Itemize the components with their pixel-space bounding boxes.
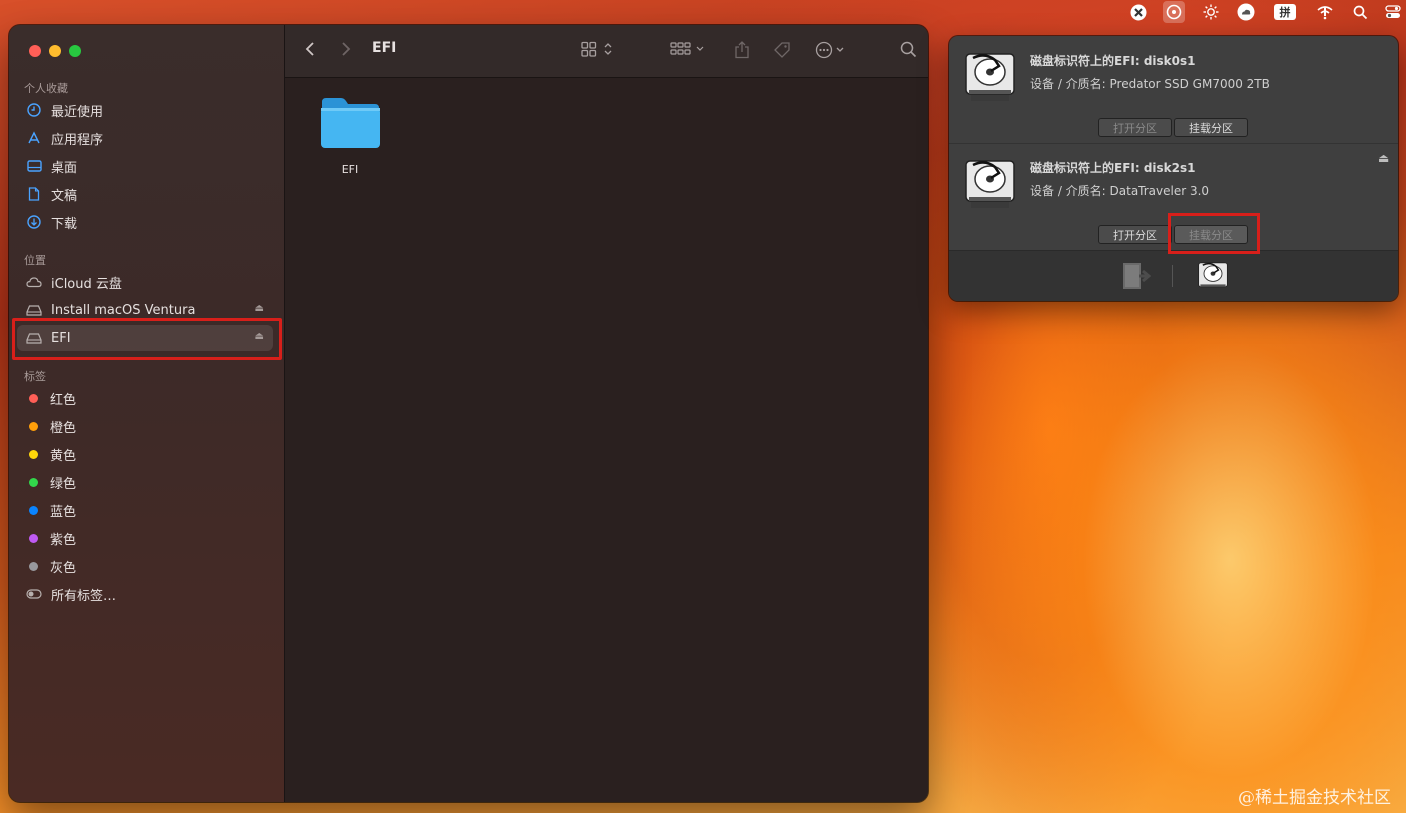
- popup-footer: [949, 250, 1398, 301]
- back-chevron-icon[interactable]: [305, 41, 315, 57]
- tag-color-dot: [29, 393, 38, 403]
- eject-icon[interactable]: ⏏: [1378, 151, 1389, 165]
- sidebar-item-desktop[interactable]: 桌面: [17, 153, 273, 179]
- sidebar-item-label: 应用程序: [51, 132, 104, 148]
- efi-mount-popup: 磁盘标识符上的EFI: disk0s1 设备 / 介质名: Predator S…: [949, 36, 1398, 301]
- more-actions-icon[interactable]: [815, 41, 851, 59]
- hard-disk-icon: [965, 50, 1015, 102]
- cloud-icon[interactable]: [1237, 3, 1255, 21]
- share-icon[interactable]: [734, 41, 750, 59]
- disk-mounter-icon[interactable]: [1163, 1, 1185, 23]
- disk-title: 磁盘标识符上的EFI: disk2s1: [1030, 161, 1196, 175]
- sidebar-tag-orange[interactable]: 橙色: [17, 413, 273, 439]
- input-method-label: 拼: [1279, 6, 1291, 19]
- sidebar-item-label: 文稿: [51, 188, 78, 204]
- open-partition-button[interactable]: 打开分区: [1098, 225, 1172, 244]
- folder-icon[interactable]: [319, 96, 381, 150]
- desktop-icon: [25, 160, 43, 172]
- sidebar-item-downloads[interactable]: 下载: [17, 209, 273, 235]
- search-icon[interactable]: [1351, 3, 1369, 21]
- minimize-window-button[interactable]: [49, 45, 61, 57]
- mount-partition-button[interactable]: 挂载分区: [1174, 118, 1248, 137]
- sidebar-item-label: 桌面: [51, 160, 78, 176]
- watermark-text: @稀土掘金技术社区: [1238, 788, 1391, 808]
- menu-bar: 拼: [0, 0, 1406, 24]
- highlight-box-mount-button: [1168, 213, 1260, 254]
- tag-label: 紫色: [50, 532, 77, 548]
- tag-label: 黄色: [50, 448, 77, 464]
- sidebar-tag-blue[interactable]: 蓝色: [17, 497, 273, 523]
- download-icon: [25, 215, 43, 229]
- tag-icon[interactable]: [773, 41, 791, 59]
- sidebar-item-recents[interactable]: 最近使用: [17, 97, 273, 123]
- group-by-button[interactable]: [670, 41, 708, 57]
- sidebar-item-label: iCloud 云盘: [51, 276, 122, 292]
- favorites-section-label: 个人收藏: [24, 82, 68, 95]
- tag-label: 红色: [50, 392, 77, 408]
- sidebar-item-documents[interactable]: 文稿: [17, 181, 273, 207]
- disk-title: 磁盘标识符上的EFI: disk0s1: [1030, 54, 1196, 68]
- tag-color-dot: [29, 449, 38, 459]
- close-window-button[interactable]: [29, 45, 41, 57]
- sidebar-item-icloud[interactable]: iCloud 云盘: [17, 269, 273, 295]
- disk-row-disk0s1: 磁盘标识符上的EFI: disk0s1 设备 / 介质名: Predator S…: [949, 36, 1398, 143]
- sidebar-tag-gray[interactable]: 灰色: [17, 553, 273, 579]
- tag-label: 灰色: [50, 560, 77, 576]
- finder-sidebar: 个人收藏 最近使用 应用程序 桌面 文稿 下载 位置 iCloud 云盘 Ins…: [9, 25, 285, 802]
- forward-chevron-icon[interactable]: [341, 41, 351, 57]
- tag-label: 蓝色: [50, 504, 77, 520]
- tag-label: 绿色: [50, 476, 77, 492]
- tag-color-dot: [29, 561, 38, 571]
- sidebar-item-applications[interactable]: 应用程序: [17, 125, 273, 151]
- drive-icon: [25, 304, 43, 316]
- tag-color-dot: [29, 477, 38, 487]
- open-partition-button[interactable]: 打开分区: [1098, 118, 1172, 137]
- eject-icon[interactable]: ⏏: [255, 303, 264, 314]
- finder-content: EFI: [285, 78, 928, 802]
- tag-color-dot: [29, 421, 38, 431]
- highlight-box-efi: [12, 318, 282, 360]
- sidebar-item-label: 下载: [51, 216, 78, 232]
- divider: [1172, 265, 1173, 287]
- sidebar-item-label: Install macOS Ventura: [51, 302, 196, 318]
- exit-app-icon[interactable]: [1121, 261, 1152, 295]
- xmark-app-icon[interactable]: [1129, 3, 1147, 21]
- tag-color-dot: [29, 505, 38, 515]
- brightness-icon[interactable]: [1202, 3, 1220, 21]
- sidebar-item-label: 最近使用: [51, 104, 104, 120]
- zoom-window-button[interactable]: [69, 45, 81, 57]
- cloud-icon: [25, 276, 43, 288]
- tag-label: 所有标签…: [51, 588, 117, 604]
- sidebar-tag-purple[interactable]: 紫色: [17, 525, 273, 551]
- search-icon[interactable]: [900, 41, 917, 58]
- all-tags-icon: [25, 589, 43, 599]
- sidebar-tag-green[interactable]: 绿色: [17, 469, 273, 495]
- finder-window: 个人收藏 最近使用 应用程序 桌面 文稿 下载 位置 iCloud 云盘 Ins…: [9, 25, 928, 802]
- document-icon: [25, 187, 43, 201]
- window-title: EFI: [372, 40, 397, 56]
- hard-disk-icon[interactable]: [1198, 260, 1228, 296]
- locations-section-label: 位置: [24, 254, 46, 267]
- disk-subtitle: 设备 / 介质名: Predator SSD GM7000 2TB: [1030, 77, 1270, 91]
- tag-label: 橙色: [50, 420, 77, 436]
- sidebar-tag-yellow[interactable]: 黄色: [17, 441, 273, 467]
- wifi-icon[interactable]: [1316, 3, 1334, 21]
- hard-disk-icon: [965, 157, 1015, 209]
- icon-view-button[interactable]: [581, 41, 617, 57]
- finder-toolbar: EFI: [285, 25, 928, 78]
- input-method-icon[interactable]: 拼: [1274, 4, 1296, 20]
- tag-color-dot: [29, 533, 38, 543]
- sidebar-all-tags[interactable]: 所有标签…: [17, 581, 273, 607]
- clock-icon: [25, 103, 43, 117]
- folder-label: EFI: [341, 163, 359, 176]
- disk-subtitle: 设备 / 介质名: DataTraveler 3.0: [1030, 184, 1210, 198]
- tags-section-label: 标签: [24, 370, 46, 383]
- control-center-icon[interactable]: [1384, 3, 1402, 21]
- sidebar-tag-red[interactable]: 红色: [17, 385, 273, 411]
- applications-icon: [25, 131, 43, 145]
